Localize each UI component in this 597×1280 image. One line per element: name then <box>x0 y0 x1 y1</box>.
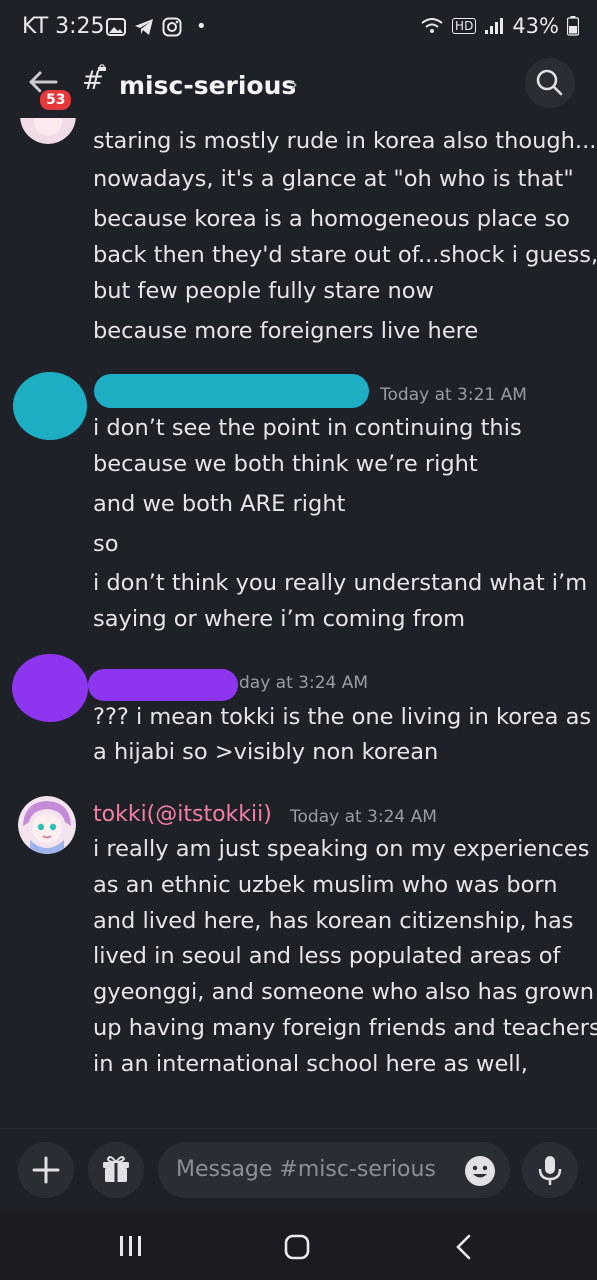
message-line: because korea is a homogeneous place so <box>93 206 570 232</box>
system-nav-bar <box>0 1212 597 1280</box>
message-timestamp: Today at 3:21 AM <box>380 385 527 405</box>
gift-icon <box>103 1156 129 1182</box>
add-button[interactable] <box>18 1142 74 1198</box>
message-composer: Message #misc-serious <box>0 1128 597 1213</box>
username-redacted[interactable] <box>88 669 238 701</box>
avatar[interactable] <box>18 796 76 854</box>
message-input[interactable]: Message #misc-serious <box>158 1142 510 1198</box>
emoji-icon[interactable] <box>464 1155 496 1187</box>
status-bar: KT 3:25 • HD 43% <box>0 0 597 56</box>
username-redacted[interactable] <box>94 374 369 408</box>
message-line: staring is mostly rude in korea also tho… <box>93 128 597 154</box>
search-icon <box>536 69 563 96</box>
message-line: lived in seoul and less populated areas … <box>93 943 561 969</box>
message-line: so <box>93 531 119 557</box>
message-line: and lived here, has korean citizenship, … <box>93 908 574 934</box>
search-button[interactable] <box>525 58 575 108</box>
message-line: i don’t see the point in continuing this <box>93 415 522 441</box>
channel-header: 53 # misc-serious › <box>0 56 597 118</box>
instagram-icon <box>162 17 182 36</box>
message-line: in an international school here as well, <box>93 1051 528 1077</box>
gift-button[interactable] <box>88 1142 144 1198</box>
home-icon[interactable] <box>284 1234 312 1260</box>
message-username[interactable]: tokki(@itstokkii) <box>93 802 272 827</box>
battery-percent: 43% <box>512 14 559 38</box>
notification-dot: • <box>196 16 207 37</box>
unread-badge: 53 <box>38 88 74 112</box>
message-line: up having many foreign friends and teach… <box>93 1015 597 1041</box>
voice-button[interactable] <box>522 1142 578 1198</box>
message-line: and we both ARE right <box>93 491 346 517</box>
avatar[interactable] <box>20 118 76 144</box>
message-line: gyeonggi, and someone who also has grown <box>93 979 594 1005</box>
message-line: a hijabi so >visibly non korean <box>93 739 439 765</box>
wifi-icon <box>421 18 443 33</box>
message-line: but few people fully stare now <box>93 278 434 304</box>
lock-icon <box>98 64 106 71</box>
telegram-icon <box>135 18 153 35</box>
message-line: because we both think we’re right <box>93 451 478 477</box>
message-placeholder: Message #misc-serious <box>176 1157 436 1182</box>
plus-icon <box>32 1156 60 1184</box>
message-timestamp: Today at 3:24 AM <box>290 807 437 827</box>
channel-name[interactable]: misc-serious <box>119 71 296 100</box>
recent-apps-icon[interactable] <box>118 1234 144 1258</box>
signal-icon <box>485 18 504 34</box>
message-timestamp: day at 3:24 AM <box>239 673 369 693</box>
message-line: ??? i mean tokki is the one living in ko… <box>93 704 592 730</box>
back-nav-icon[interactable] <box>454 1234 474 1260</box>
status-time: KT 3:25 <box>22 14 105 39</box>
message-line: nowadays, it's a glance at "oh who is th… <box>93 166 574 192</box>
chevron-right-icon[interactable]: › <box>290 72 298 96</box>
message-line: i really am just speaking on my experien… <box>93 836 590 862</box>
message-line: as an ethnic uzbek muslim who was born <box>93 872 558 898</box>
message-line: saying or where i’m coming from <box>93 606 466 632</box>
message-line: i don’t think you really understand what… <box>93 570 588 596</box>
microphone-icon <box>538 1156 562 1185</box>
hd-badge: HD <box>452 18 477 34</box>
message-line: because more foreigners live here <box>93 318 479 344</box>
message-list[interactable]: staring is mostly rude in korea also tho… <box>0 118 597 1128</box>
message-line: back then they'd stare out of...shock i … <box>93 242 597 268</box>
battery-icon <box>567 16 579 36</box>
gallery-icon <box>106 17 126 36</box>
avatar[interactable] <box>13 372 87 440</box>
avatar[interactable] <box>12 654 88 722</box>
